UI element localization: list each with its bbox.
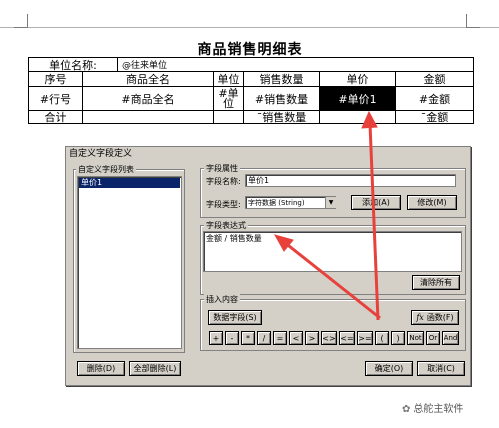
grid-line [28,123,474,124]
wechat-icon: ✿ [402,404,411,415]
chevron-down-icon[interactable]: ▼ [325,197,336,208]
page-corner-mark-left [14,14,28,28]
insert-group-label: 插入内容 [204,294,240,305]
detail-cell-selected[interactable]: #单价1 [320,87,395,110]
function-button-label: 函数(F) [426,313,454,322]
report-title: 商品销售明细表 [197,42,303,58]
field-type-select[interactable]: 字符数据 (String) [245,196,336,209]
delete-all-button[interactable]: 全部删除(L) [129,361,181,376]
field-type-label: 字段类型: [206,200,241,209]
delete-button[interactable]: 删除(D) [77,361,125,376]
unit-value: @往来单位 [122,61,168,71]
add-button[interactable]: 添加(A) [351,195,401,210]
detail-cell[interactable]: #单 位 [214,87,243,110]
header-cell[interactable]: 销售数量 [244,72,319,86]
operator-greater-button[interactable]: > [305,331,319,345]
operator-multiply-button[interactable]: * [241,331,255,345]
expression-text: 金额 / 销售数量 [206,234,262,243]
modify-button[interactable]: 修改(M) [407,195,457,210]
operator-notequal-button[interactable]: <> [321,331,337,345]
operator-plus-button[interactable]: + [209,331,223,345]
ok-button[interactable]: 确定(O) [365,361,413,376]
total-cell[interactable]: 合计 [29,111,82,124]
operator-and-button[interactable]: And [442,331,459,345]
dialog-title: 自定义字段定义 [66,147,470,161]
field-list[interactable] [77,176,182,349]
operator-rparen-button[interactable]: ) [391,331,405,345]
page-corner-mark-right [466,14,480,28]
header-cell[interactable]: 序号 [29,72,82,86]
header-cell[interactable]: 单位 [214,72,243,86]
header-cell[interactable]: 商品全名 [83,72,213,86]
header-cell[interactable]: 金额 [396,72,473,86]
detail-cell[interactable]: #销售数量 [244,87,319,110]
operator-greaterequal-button[interactable]: >= [357,331,373,345]
detail-cell[interactable]: #行号 [29,87,82,110]
clear-all-button[interactable]: 清除所有 [412,275,460,290]
unit-label: 单位名称: [49,58,97,72]
grid-line [473,57,474,123]
operator-divide-button[interactable]: / [257,331,271,345]
field-name-label: 字段名称: [206,177,241,186]
function-icon: fx [416,313,424,322]
operator-not-button[interactable]: Not [407,331,424,345]
field-list-item[interactable]: 单价1 [79,178,180,188]
total-cell[interactable]: ˉ销售数量 [244,111,319,124]
header-cell[interactable]: 单价 [320,72,395,86]
field-name-input[interactable]: 单价1 [245,174,456,187]
field-attr-group-label: 字段属性 [204,163,240,174]
watermark-text: 总舵主软件 [413,404,464,415]
total-cell[interactable]: ˉ金额 [396,111,473,124]
operator-minus-button[interactable]: - [225,331,239,345]
field-expr-group-label: 字段表达式 [204,220,248,231]
watermark: ✿ 总舵主软件 [402,400,463,415]
operator-lparen-button[interactable]: ( [375,331,389,345]
field-list-group-label: 自定义字段列表 [76,164,136,175]
expression-textarea[interactable]: 金额 / 销售数量 [203,231,462,272]
data-field-button[interactable]: 数据字段(S) [208,310,262,325]
detail-cell[interactable]: #金额 [396,87,473,110]
operator-less-button[interactable]: < [289,331,303,345]
detail-cell[interactable]: #商品全名 [83,87,213,110]
field-type-value: 字符数据 (String) [248,199,305,207]
cancel-button[interactable]: 取消(C) [417,361,465,376]
custom-field-dialog: 自定义字段定义 自定义字段列表 单价1 字段属性 字段名称: 单价1 字段类型:… [65,146,471,386]
operator-or-button[interactable]: Or [426,331,440,345]
operator-lessequal-button[interactable]: <= [339,331,355,345]
page-top-border [0,0,499,28]
function-button[interactable]: fx 函数(F) [411,310,459,325]
operator-equal-button[interactable]: = [273,331,287,345]
